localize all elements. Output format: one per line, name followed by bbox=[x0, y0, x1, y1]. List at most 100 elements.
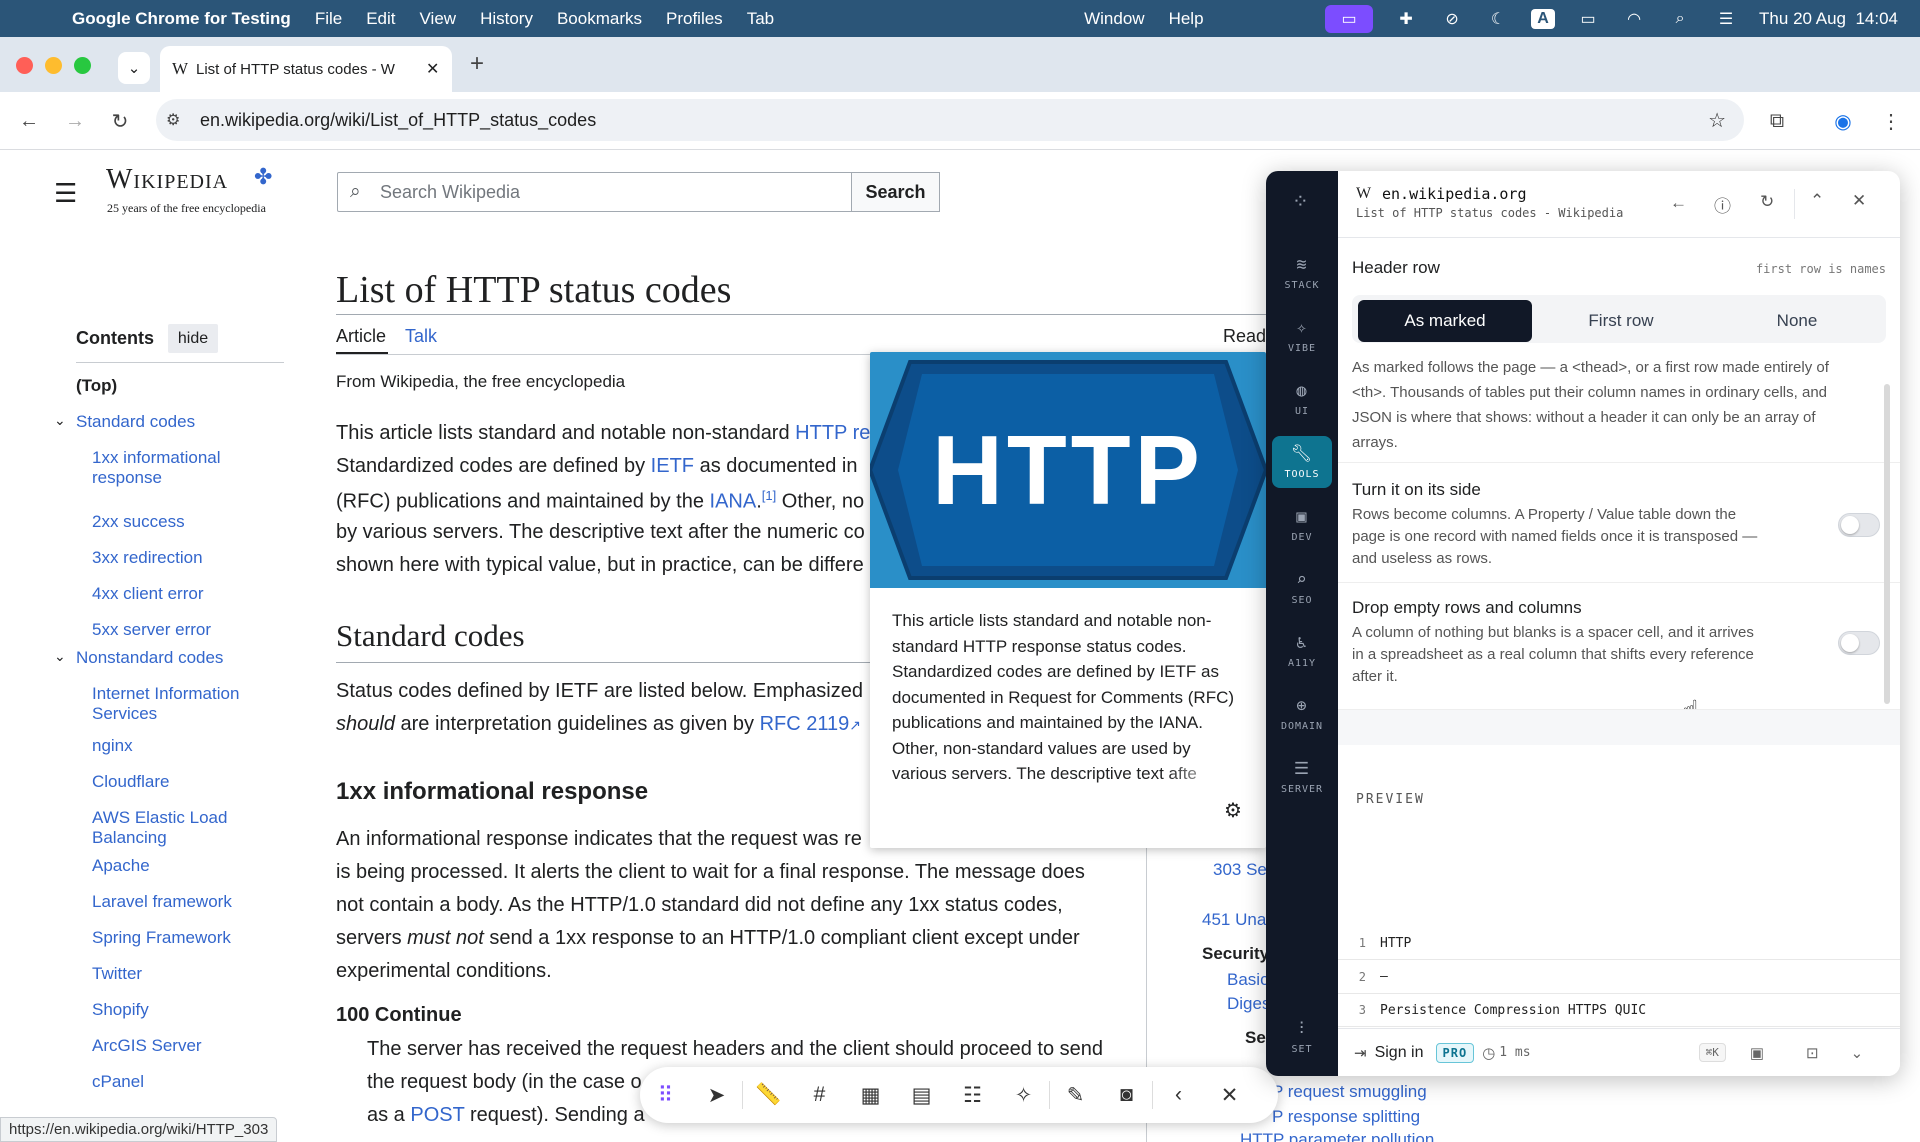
menu-edit[interactable]: Edit bbox=[366, 9, 395, 29]
menu-view[interactable]: View bbox=[420, 9, 457, 29]
new-tab-plus-icon[interactable]: + bbox=[470, 50, 484, 78]
input-source-icon[interactable]: A bbox=[1531, 8, 1556, 29]
rail-server[interactable]: ☰ SERVER bbox=[1272, 751, 1332, 803]
drag-handle-icon[interactable]: ⠿ bbox=[640, 1075, 691, 1115]
toc-item[interactable]: Internet Information Services bbox=[92, 684, 272, 724]
back-arrow-icon[interactable]: ← bbox=[14, 106, 44, 136]
profile-avatar-icon[interactable]: ◉ bbox=[1828, 106, 1858, 136]
grid-hash-icon[interactable]: # bbox=[794, 1075, 845, 1115]
sign-in-link[interactable]: Sign in bbox=[1375, 1044, 1424, 1062]
chrome-menu-icon[interactable]: ⋮ bbox=[1876, 106, 1906, 136]
wiki-search-input[interactable]: ⌕ Search Wikipedia bbox=[337, 172, 852, 212]
toc-item[interactable]: cPanel bbox=[92, 1072, 272, 1092]
toc-collapse-chevron-icon[interactable]: ⌄ bbox=[54, 648, 66, 665]
infobox-link-digest[interactable]: Diges bbox=[1227, 994, 1270, 1014]
rail-set[interactable]: ⫶ SET bbox=[1272, 1011, 1332, 1063]
panel-info-icon[interactable]: ⓘ bbox=[1714, 192, 1731, 217]
close-toolbar-icon[interactable]: ✕ bbox=[1204, 1075, 1255, 1115]
infobox-link-303[interactable]: 303 Se bbox=[1213, 860, 1267, 880]
toc-item[interactable]: 3xx redirection bbox=[92, 548, 272, 568]
spotlight-search-icon[interactable]: ⌕ bbox=[1667, 9, 1693, 29]
moon-icon[interactable]: ☾ bbox=[1485, 9, 1511, 29]
window-close-button[interactable] bbox=[16, 57, 33, 74]
shortcut-badge[interactable]: ⌘K bbox=[1698, 1043, 1726, 1062]
menu-help[interactable]: Help bbox=[1169, 9, 1204, 29]
address-url[interactable]: en.wikipedia.org/wiki/List_of_HTTP_statu… bbox=[200, 110, 596, 131]
rail-seo[interactable]: ⌕ SEO bbox=[1272, 562, 1332, 614]
toc-item[interactable]: Spring Framework bbox=[92, 928, 272, 948]
extensions-puzzle-icon[interactable]: ⧉ bbox=[1762, 106, 1792, 136]
camera-icon[interactable]: ◙ bbox=[1101, 1075, 1152, 1115]
toc-item[interactable]: 2xx success bbox=[92, 512, 272, 532]
address-bar[interactable]: ⚙ en.wikipedia.org/wiki/List_of_HTTP_sta… bbox=[156, 99, 1744, 141]
toc-item[interactable]: Laravel framework bbox=[92, 892, 272, 912]
dock-panel-icon[interactable]: ⊡ bbox=[1806, 1044, 1819, 1062]
toc-collapse-chevron-icon[interactable]: ⌄ bbox=[54, 412, 66, 429]
transpose-toggle[interactable] bbox=[1838, 513, 1880, 537]
panel-refresh-icon[interactable]: ↻ bbox=[1760, 192, 1774, 212]
menu-profiles[interactable]: Profiles bbox=[666, 9, 723, 29]
footer-chevron-down-icon[interactable]: ⌄ bbox=[1851, 1044, 1864, 1062]
citation-1-link[interactable]: [1] bbox=[762, 488, 776, 503]
control-center-icon[interactable]: ☰ bbox=[1713, 9, 1739, 29]
rail-dev[interactable]: ▣ DEV bbox=[1272, 499, 1332, 551]
toc-item[interactable]: (Top) bbox=[76, 376, 256, 396]
toc-hide-button[interactable]: hide bbox=[168, 324, 218, 353]
http-link[interactable]: HTTP re bbox=[795, 422, 870, 444]
panel-back-icon[interactable]: ← bbox=[1670, 193, 1687, 213]
wiki-search-button[interactable]: Search bbox=[851, 172, 940, 212]
segment-first-row[interactable]: First row bbox=[1534, 300, 1708, 342]
segment-as-marked[interactable]: As marked bbox=[1358, 300, 1532, 342]
site-info-icon[interactable]: ⚙ bbox=[166, 110, 200, 130]
eyedropper-icon[interactable]: ✎ bbox=[1050, 1075, 1101, 1115]
reload-icon[interactable]: ↻ bbox=[105, 106, 135, 136]
menu-app-name[interactable]: Google Chrome for Testing bbox=[72, 9, 291, 29]
window-minimize-button[interactable] bbox=[45, 57, 62, 74]
menu-bookmarks[interactable]: Bookmarks bbox=[557, 9, 642, 29]
tab-talk[interactable]: Talk bbox=[405, 326, 437, 347]
rail-a11y[interactable]: ♿︎ A11Y bbox=[1272, 625, 1332, 677]
menu-history[interactable]: History bbox=[480, 9, 533, 29]
layout-grid-icon[interactable]: ▦ bbox=[845, 1075, 896, 1115]
tab-read[interactable]: Read bbox=[1223, 326, 1266, 347]
window-zoom-button[interactable] bbox=[74, 57, 91, 74]
sparkle-ai-icon[interactable]: ✧ bbox=[998, 1075, 1049, 1115]
battery-icon[interactable]: ▭ bbox=[1575, 9, 1601, 29]
ruler-icon[interactable]: 📏 bbox=[743, 1075, 794, 1115]
wifi-icon[interactable]: ◠ bbox=[1621, 9, 1647, 29]
rail-stack[interactable]: ≋ STACK bbox=[1272, 247, 1332, 299]
plus-app-icon[interactable]: ✚ bbox=[1393, 9, 1419, 29]
extension-logo-icon[interactable]: ⁘ bbox=[1292, 189, 1309, 214]
toc-item[interactable]: 1xx informational response bbox=[92, 448, 272, 488]
rfc2119-link[interactable]: RFC 2119 bbox=[760, 713, 850, 735]
toc-item[interactable]: ArcGIS Server bbox=[92, 1036, 272, 1056]
link-preview-popup[interactable]: HTTP This article lists standard and not… bbox=[870, 352, 1266, 848]
infobox-link-pollution[interactable]: HTTP parameter pollution bbox=[1240, 1130, 1434, 1142]
focus-icon[interactable]: ⊘ bbox=[1439, 9, 1465, 29]
panel-scrollbar[interactable] bbox=[1884, 384, 1890, 704]
select-cursor-icon[interactable]: ➤ bbox=[691, 1075, 742, 1115]
segment-none[interactable]: None bbox=[1710, 300, 1884, 342]
toc-item[interactable]: Twitter bbox=[92, 964, 272, 984]
screen-share-icon[interactable]: ▭ bbox=[1325, 4, 1374, 33]
bookmark-star-icon[interactable]: ☆ bbox=[1708, 108, 1726, 133]
wikipedia-logo[interactable]: Wikipedia bbox=[106, 164, 228, 196]
infobox-link-451[interactable]: 451 Una bbox=[1202, 910, 1266, 930]
toc-item[interactable]: nginx bbox=[92, 736, 272, 756]
toc-item[interactable]: Cloudflare bbox=[92, 772, 272, 792]
screenshot-icon[interactable]: ▣ bbox=[1750, 1044, 1764, 1062]
tab-search-chevron-icon[interactable]: ⌄ bbox=[118, 52, 150, 84]
menu-file[interactable]: File bbox=[315, 9, 342, 29]
tab-close-icon[interactable]: ✕ bbox=[426, 59, 439, 79]
rail-tools[interactable]: 🔧︎ TOOLS bbox=[1272, 436, 1332, 488]
forward-arrow-icon[interactable]: → bbox=[60, 106, 90, 136]
menubar-clock[interactable]: Thu 20 Aug 14:04 bbox=[1759, 9, 1898, 29]
toc-item[interactable]: 4xx client error bbox=[92, 584, 272, 604]
list-numbered-icon[interactable]: ☷ bbox=[947, 1075, 998, 1115]
toc-item[interactable]: AWS Elastic Load Balancing bbox=[92, 808, 272, 848]
post-link[interactable]: POST bbox=[410, 1104, 464, 1126]
menu-tab[interactable]: Tab bbox=[747, 9, 774, 29]
main-menu-hamburger-icon[interactable]: ☰ bbox=[54, 178, 77, 209]
table-icon[interactable]: ▤ bbox=[896, 1075, 947, 1115]
wikipedia-puzzle-logo-icon[interactable]: ✤ bbox=[254, 164, 272, 190]
